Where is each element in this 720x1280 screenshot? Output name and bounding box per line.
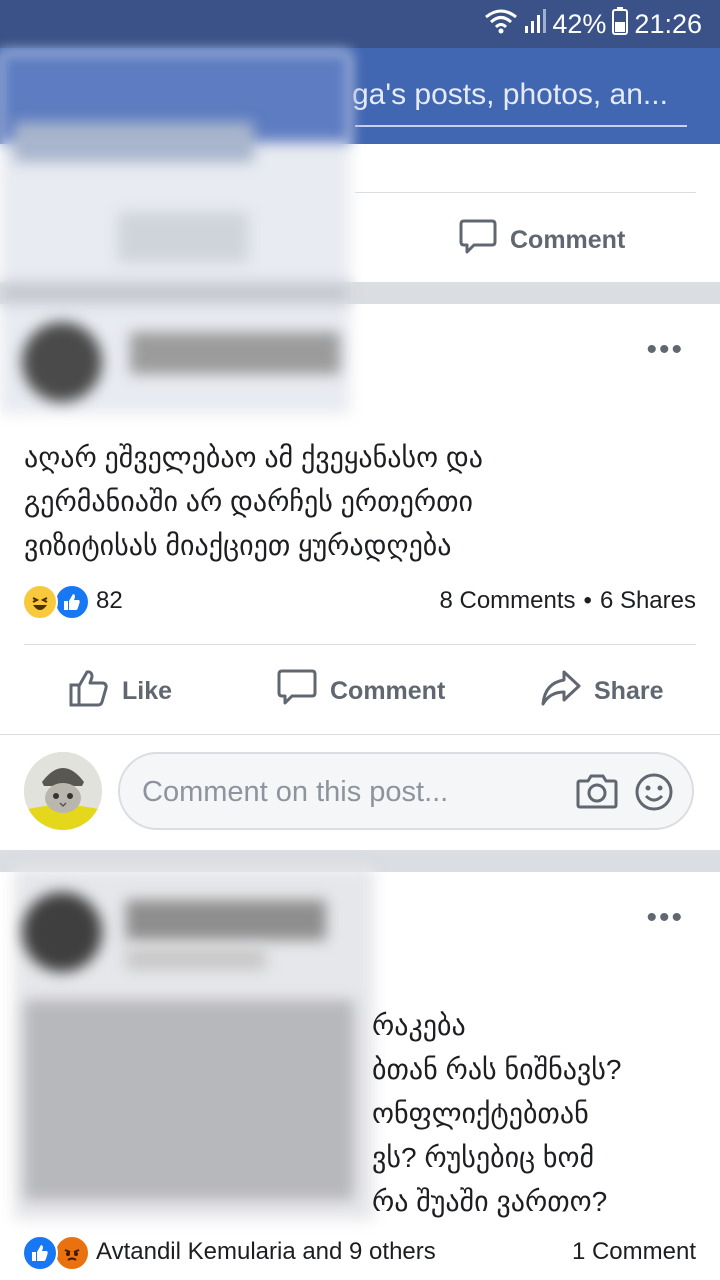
redacted-text: [126, 948, 266, 970]
redacted-text: [126, 900, 326, 940]
post-text: აღარ ეშველებაო ამ ქვეყანასო და გერმანიაშ…: [24, 436, 483, 568]
comment-icon: [276, 668, 318, 715]
first-post-comment-button[interactable]: Comment: [458, 218, 625, 263]
search-underline: [355, 125, 687, 127]
post-more-icon[interactable]: •••: [646, 335, 684, 365]
shares-count[interactable]: 6 Shares: [600, 587, 696, 615]
share-icon: [540, 668, 582, 715]
avatar: [22, 322, 102, 402]
clock: 21:26: [634, 8, 702, 39]
status-bar: 42% 21:26: [0, 0, 720, 48]
comment-label: Comment: [330, 677, 446, 705]
like-icon: [68, 668, 110, 715]
like-reaction-icon: [54, 584, 90, 620]
post-text-line: აღარ ეშველებაო ამ ქვეყანასო და: [24, 442, 483, 473]
comment-icon: [458, 218, 498, 263]
post-text-line: ვს? რუსებიც ხომ: [372, 1142, 595, 1173]
divider: [0, 734, 720, 735]
search-input[interactable]: ga's posts, photos, an...: [352, 78, 668, 112]
redacted-text: [118, 212, 248, 262]
redacted-text: [14, 122, 254, 162]
divider: [355, 192, 696, 193]
post-text-line: ონფლიქტებთან: [372, 1098, 589, 1129]
post-text-line: გერმანიაში არ დარჩეს ერთერთი: [24, 486, 474, 517]
camera-icon[interactable]: [576, 772, 618, 815]
redacted-text: [24, 1000, 354, 1200]
post-text-line: რაკება: [372, 1010, 466, 1041]
post-stats: 8 Comments • 6 Shares: [439, 587, 696, 615]
emoji-icon[interactable]: [634, 772, 674, 817]
stats-separator: •: [583, 587, 592, 614]
post-text-line: ბთან რას ნიშნავს?: [372, 1054, 622, 1085]
reaction-count[interactable]: 82: [96, 587, 123, 615]
comment-button[interactable]: Comment: [276, 668, 445, 715]
comment-placeholder: Comment on this post...: [142, 776, 449, 808]
wifi-icon: [484, 8, 518, 41]
like-label: Like: [122, 677, 173, 705]
signal-icon: [524, 8, 547, 41]
share-label: Share: [594, 677, 664, 705]
avatar: [22, 892, 102, 972]
post-more-icon[interactable]: •••: [646, 903, 684, 933]
like-reaction-icon: [22, 1235, 58, 1271]
haha-reaction-icon: [22, 584, 58, 620]
next-post-text: რაკება ბთან რას ნიშნავს? ონფლიქტებთან ვს…: [372, 1004, 621, 1224]
redacted-text: [130, 332, 340, 374]
comment-input[interactable]: Comment on this post...: [118, 752, 694, 830]
comments-count[interactable]: 1 Comment: [572, 1238, 696, 1266]
post-text-line: ვიზიტისას მიაქციეთ ყურადღება: [24, 530, 452, 561]
share-button[interactable]: Share: [540, 668, 663, 715]
comment-label: Comment: [510, 226, 626, 254]
redacted-text: [0, 282, 350, 304]
post-text-line: რა შუაში ვართო?: [372, 1186, 608, 1217]
like-button[interactable]: Like: [68, 668, 172, 715]
battery-icon: [612, 6, 629, 42]
comments-count[interactable]: 8 Comments: [439, 587, 575, 615]
angry-reaction-icon: [54, 1235, 90, 1271]
user-avatar[interactable]: [24, 752, 102, 830]
divider: [24, 644, 696, 645]
reactors-summary[interactable]: Avtandil Kemularia and 9 others: [96, 1238, 436, 1266]
battery-percent: 42%: [552, 8, 607, 39]
